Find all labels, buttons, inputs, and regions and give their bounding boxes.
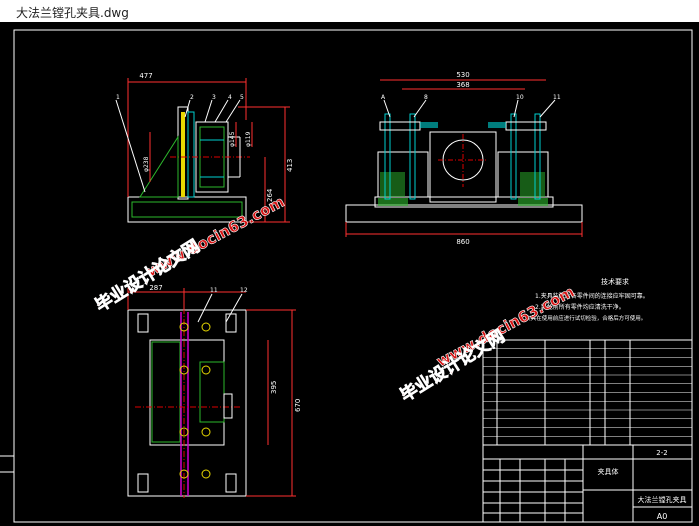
balloon-front-2: 2 (190, 94, 194, 101)
balloon-plan-12: 12 (240, 287, 248, 294)
title-code: 2-2 (656, 449, 667, 457)
side-hatch (380, 172, 405, 197)
leader (225, 99, 241, 123)
leader (204, 99, 213, 123)
leader (197, 293, 213, 323)
plan-bolt (201, 469, 211, 479)
plan-hatch (199, 361, 225, 423)
leader (214, 99, 229, 123)
cad-drawing-canvas[interactable]: 477 413 264 φ238 φ145 φ119 1 2 3 4 5 530… (0, 22, 699, 526)
plan-slot (225, 473, 237, 493)
side-pad (420, 122, 438, 128)
watermark-name-1: 毕业设计论文网 (92, 235, 204, 316)
balloon-side-11: 11 (553, 94, 561, 101)
title-drawing-name: 夹具体 (598, 467, 619, 476)
drawing-svg: 477 413 264 φ238 φ145 φ119 1 2 3 4 5 530… (0, 29, 693, 523)
title-sheet: A0 (657, 512, 668, 521)
sheet-border (13, 29, 693, 523)
front-plate-edge (187, 111, 195, 198)
leader (539, 99, 556, 118)
dim-front-dia1: φ238 (143, 156, 150, 172)
plan-handle (223, 393, 233, 419)
leader (413, 99, 427, 118)
side-bolt (510, 113, 517, 200)
plan-bolt (201, 322, 211, 332)
dim-plan-h2: 670 (294, 399, 302, 412)
plan-slot (137, 473, 149, 493)
dim-side-width1: 530 (456, 71, 469, 79)
balloon-front-1: 1 (116, 94, 120, 101)
front-base (127, 196, 247, 223)
balloon-front-3: 3 (212, 94, 216, 101)
side-base (345, 204, 583, 223)
plan-hatch (151, 341, 181, 443)
dim-plan-h1: 395 (270, 381, 278, 394)
plan-outline (127, 309, 247, 497)
dim-front-height: 413 (286, 159, 294, 172)
balloon-front-5: 5 (240, 94, 244, 101)
dim-side-bottom: 860 (456, 238, 469, 246)
plan-slot (225, 313, 237, 333)
front-base-inner (131, 201, 243, 218)
plan-bolt (201, 365, 211, 375)
balloon-plan-11: 11 (210, 287, 218, 294)
side-pad (488, 122, 506, 128)
dim-front-dia3: φ119 (245, 131, 252, 147)
dim-front-dia2: φ145 (229, 131, 236, 147)
front-plate-hatch (181, 112, 185, 197)
leader (225, 293, 243, 323)
balloon-side-A: A (381, 94, 386, 101)
side-hatch (378, 198, 408, 206)
side-hatch (520, 172, 545, 197)
watermark-name-2: 毕业设计论文网 (397, 325, 509, 406)
leader (115, 99, 146, 193)
balloon-side-8: 8 (424, 94, 428, 101)
side-bolt (409, 113, 416, 200)
side-view (345, 79, 583, 237)
title-part-name: 大法兰镗孔夹具 (638, 495, 687, 504)
balloon-front-4: 4 (228, 94, 232, 101)
parts-list-rows (483, 348, 692, 437)
side-clamp (379, 121, 421, 131)
dim-side-width2: 368 (456, 81, 469, 89)
dim-front-width: 477 (139, 72, 152, 80)
window-titlebar: 大法兰镗孔夹具.dwg (0, 0, 699, 22)
balloon-side-10: 10 (516, 94, 524, 101)
plan-slot (137, 313, 149, 333)
file-title: 大法兰镗孔夹具.dwg (16, 6, 129, 20)
notes-heading: 技术要求 (601, 277, 629, 286)
side-hatch (518, 198, 548, 206)
plan-bolt (201, 427, 211, 437)
